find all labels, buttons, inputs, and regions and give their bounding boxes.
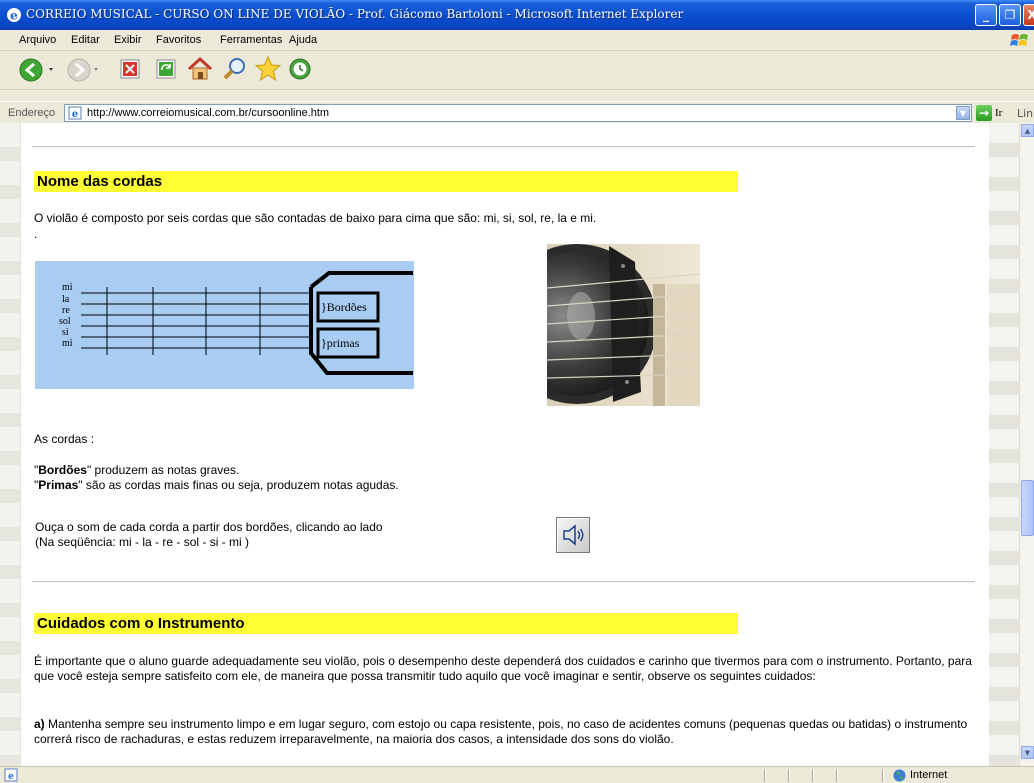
close-button[interactable]: X <box>1023 4 1034 26</box>
menu-bar: Arquivo Editar Exibir Favoritos Ferramen… <box>0 30 1034 51</box>
toolbar-gap <box>0 90 1034 101</box>
bordoes-diagram-label: }Bordões <box>321 300 367 314</box>
page-viewport: Nome das cordas O violão é composto por … <box>0 123 1034 766</box>
guitar-photo-graphic <box>547 244 700 406</box>
links-button[interactable]: Links <box>1017 107 1034 120</box>
bordoes-description: produzem as notas graves. <box>91 463 240 477</box>
menu-exibir[interactable]: Exibir <box>114 34 142 46</box>
primas-description: são as cordas mais finas ou seja, produz… <box>82 478 399 492</box>
bordoes-term: Bordões <box>38 463 87 477</box>
search-icon[interactable] <box>222 56 248 82</box>
menu-editar[interactable]: Editar <box>71 34 100 46</box>
windows-flag-icon <box>1010 34 1028 46</box>
go-button[interactable]: Ir <box>995 107 1002 119</box>
left-background-strip <box>0 123 21 766</box>
intro-text: O violão é composto por seis cordas que … <box>34 211 597 225</box>
maximize-button[interactable]: ❐ <box>999 4 1021 26</box>
play-sound-button[interactable] <box>556 517 590 553</box>
ie-logo-icon: e <box>7 8 21 23</box>
string-label-la: la <box>62 294 70 305</box>
item-a-text: Mantenha sempre seu instrumento limpo e … <box>34 717 968 746</box>
horizontal-rule-2 <box>32 581 975 583</box>
svg-text:e: e <box>10 9 18 23</box>
stop-icon[interactable] <box>119 58 141 80</box>
cuidados-paragraph: É importante que o aluno guarde adequada… <box>34 654 972 683</box>
menu-ajuda[interactable]: Ajuda <box>289 34 317 46</box>
scroll-down-icon[interactable]: ▼ <box>1021 746 1034 759</box>
dot-text: . <box>34 227 38 241</box>
listen-instruction: Ouça o som de cada corda a partir dos bo… <box>35 520 383 534</box>
status-separator <box>836 769 838 782</box>
menu-arquivo[interactable]: Arquivo <box>19 34 56 46</box>
string-label-mi-bottom: mi <box>62 338 73 349</box>
status-page-icon: e <box>4 768 18 782</box>
section-heading-nome-das-cordas: Nome das cordas <box>34 171 738 192</box>
speaker-icon <box>563 524 584 546</box>
internet-zone-icon <box>893 769 906 782</box>
address-url[interactable]: http://www.correiomusical.com.br/cursoon… <box>87 107 329 119</box>
menu-ferramentas[interactable]: Ferramentas <box>220 34 282 46</box>
title-bar[interactable]: e CORREIO MUSICAL - CURSO ON LINE DE VIO… <box>0 0 1034 30</box>
svg-text:e: e <box>8 772 14 782</box>
strings-diagram: mi la re sol si mi }Bordões }primas <box>35 261 414 389</box>
address-dropdown-icon[interactable]: ▼ <box>956 106 970 120</box>
svg-text:e: e <box>72 109 78 120</box>
primas-term: Primas <box>38 478 79 492</box>
ie-window: e CORREIO MUSICAL - CURSO ON LINE DE VIO… <box>0 0 1034 783</box>
guitar-soundhole-photo <box>547 244 700 406</box>
window-title: CORREIO MUSICAL - CURSO ON LINE DE VIOLÃ… <box>26 7 684 21</box>
toolbar <box>0 51 1034 90</box>
scroll-up-icon[interactable]: ▲ <box>1021 124 1034 137</box>
section-heading-cuidados: Cuidados com o Instrumento <box>34 613 738 634</box>
item-a-paragraph: a) Mantenha sempre seu instrumento limpo… <box>34 717 979 747</box>
string-label-si: si <box>62 327 69 338</box>
horizontal-rule <box>32 146 975 148</box>
page-icon: e <box>68 106 82 120</box>
back-icon[interactable] <box>18 56 58 84</box>
vertical-scrollbar[interactable]: ▲ ▼ <box>1019 123 1034 766</box>
status-bar: e Internet <box>0 766 1034 783</box>
address-field[interactable]: e http://www.correiomusical.com.br/curso… <box>64 104 972 122</box>
status-separator <box>882 769 884 782</box>
minimize-button[interactable]: _ <box>975 4 997 26</box>
strings-diagram-graphic <box>81 271 413 375</box>
item-a-label: a) <box>34 717 45 731</box>
right-background-strip <box>989 123 1019 766</box>
history-icon[interactable] <box>287 56 313 82</box>
scroll-thumb[interactable] <box>1021 480 1034 536</box>
listen-sequence: (Na seqüência: mi - la - re - sol - si -… <box>35 535 250 549</box>
forward-icon[interactable] <box>66 56 102 84</box>
string-label-re: re <box>62 305 70 316</box>
refresh-icon[interactable] <box>155 58 177 80</box>
primas-line: "Primas" são as cordas mais finas ou sej… <box>34 478 399 492</box>
primas-diagram-label: }primas <box>321 336 360 350</box>
status-zone-label: Internet <box>910 769 948 781</box>
menu-favoritos[interactable]: Favoritos <box>156 34 201 46</box>
address-label: Endereço <box>8 107 56 119</box>
go-arrow-icon[interactable]: → <box>976 105 992 121</box>
as-cordas-text: As cordas : <box>34 432 95 446</box>
status-separator <box>764 769 766 782</box>
string-label-sol: sol <box>59 316 71 327</box>
status-separator <box>812 769 814 782</box>
address-bar: Endereço e http://www.correiomusical.com… <box>0 101 1034 123</box>
favorites-icon[interactable] <box>254 55 282 83</box>
bordoes-line: "Bordões" produzem as notas graves. <box>34 463 240 477</box>
status-separator <box>788 769 790 782</box>
string-label-mi-top: mi <box>62 282 73 293</box>
home-icon[interactable] <box>186 55 214 83</box>
